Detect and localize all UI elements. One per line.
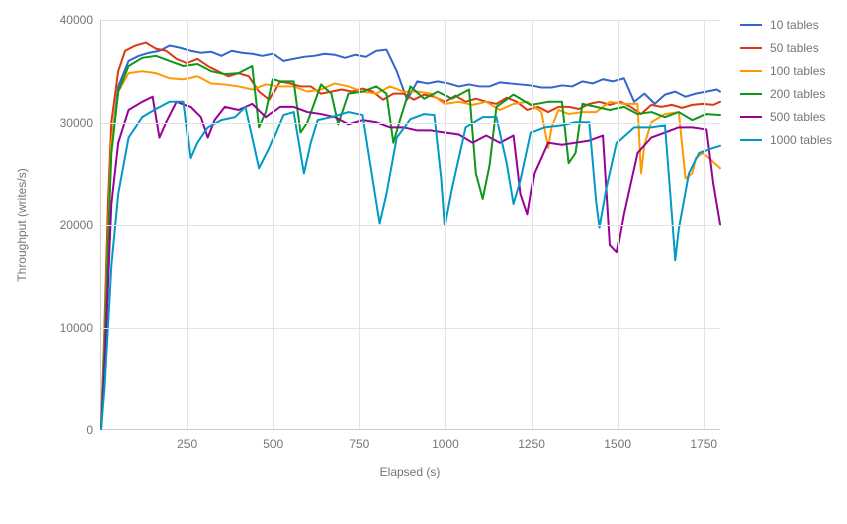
grid-line: [101, 328, 720, 329]
grid-line: [273, 20, 274, 429]
grid-line: [359, 20, 360, 429]
legend-item[interactable]: 500 tables: [740, 110, 832, 124]
grid-line: [704, 20, 705, 429]
legend: 10 tables 50 tables 100 tables 200 tables 50…: [740, 18, 832, 156]
x-tick-label: 1250: [518, 437, 545, 451]
y-axis-title: Throughput (writes/s): [15, 168, 29, 281]
legend-swatch: [740, 139, 762, 141]
y-tick-label: 10000: [60, 321, 93, 335]
legend-item[interactable]: 100 tables: [740, 64, 832, 78]
x-tick-label: 750: [349, 437, 369, 451]
legend-label: 100 tables: [770, 64, 825, 78]
series-line: [101, 43, 720, 429]
grid-line: [187, 20, 188, 429]
series-line: [101, 97, 720, 429]
grid-line: [101, 123, 720, 124]
legend-label: 50 tables: [770, 41, 819, 55]
y-tick-label: 0: [86, 423, 93, 437]
x-axis-title: Elapsed (s): [380, 465, 441, 479]
series-line: [101, 56, 720, 429]
grid-line: [101, 20, 720, 21]
legend-item[interactable]: 1000 tables: [740, 133, 832, 147]
x-tick-label: 250: [177, 437, 197, 451]
x-tick-label: 500: [263, 437, 283, 451]
legend-label: 1000 tables: [770, 133, 832, 147]
y-tick-label: 30000: [60, 116, 93, 130]
plot-area: 0100002000030000400002505007501000125015…: [100, 20, 720, 430]
grid-line: [618, 20, 619, 429]
legend-label: 500 tables: [770, 110, 825, 124]
legend-swatch: [740, 47, 762, 49]
legend-label: 10 tables: [770, 18, 819, 32]
grid-line: [532, 20, 533, 429]
legend-swatch: [740, 70, 762, 72]
x-tick-label: 1000: [432, 437, 459, 451]
grid-line: [101, 225, 720, 226]
legend-item[interactable]: 10 tables: [740, 18, 832, 32]
y-tick-label: 40000: [60, 13, 93, 27]
legend-swatch: [740, 116, 762, 118]
legend-swatch: [740, 24, 762, 26]
legend-swatch: [740, 93, 762, 95]
throughput-chart: Throughput (writes/s) Elapsed (s) 010000…: [0, 0, 847, 524]
series-line: [101, 71, 720, 429]
legend-item[interactable]: 200 tables: [740, 87, 832, 101]
legend-item[interactable]: 50 tables: [740, 41, 832, 55]
y-tick-label: 20000: [60, 218, 93, 232]
grid-line: [445, 20, 446, 429]
x-tick-label: 1750: [690, 437, 717, 451]
legend-label: 200 tables: [770, 87, 825, 101]
series-line: [101, 102, 720, 429]
x-tick-label: 1500: [604, 437, 631, 451]
